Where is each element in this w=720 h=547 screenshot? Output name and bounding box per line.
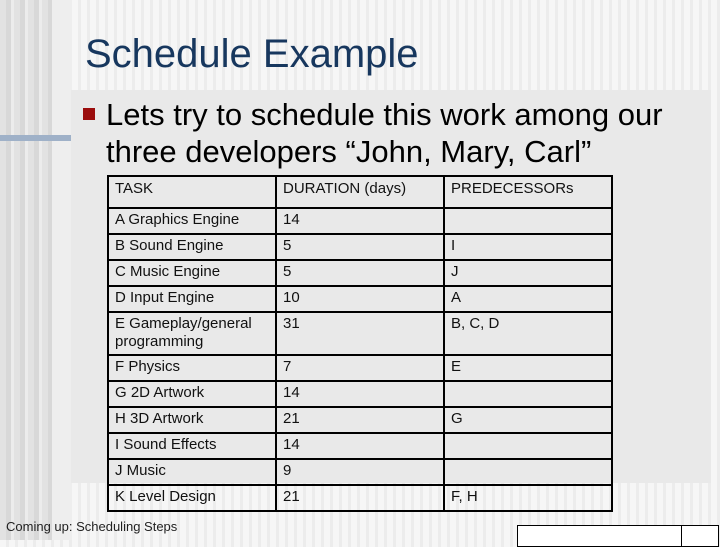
table-row: A Graphics Engine 14 <box>107 207 613 235</box>
cell-task: G 2D Artwork <box>107 380 277 408</box>
footer-note: Coming up: Scheduling Steps <box>6 519 178 534</box>
cell-predecessors <box>443 458 613 486</box>
cell-predecessors: I <box>443 233 613 261</box>
left-stripe-decoration <box>0 0 52 540</box>
cell-duration: 10 <box>275 285 445 313</box>
cell-task: J Music <box>107 458 277 486</box>
cell-task: I Sound Effects <box>107 432 277 460</box>
cell-predecessors: G <box>443 406 613 434</box>
table-row: B Sound Engine 5 I <box>107 233 613 261</box>
table-row: E Gameplay/general programming 31 B, C, D <box>107 311 613 356</box>
left-stripe-decoration-light <box>52 0 72 540</box>
table-row: I Sound Effects 14 <box>107 432 613 460</box>
cell-duration: 14 <box>275 207 445 235</box>
table-row: K Level Design 21 F, H <box>107 484 613 512</box>
task-table: TASK DURATION (days) PREDECESSORs A Grap… <box>107 175 613 512</box>
bullet-text: Lets try to schedule this work among our… <box>106 97 663 169</box>
accent-rule <box>0 135 71 141</box>
cell-task: B Sound Engine <box>107 233 277 261</box>
cell-duration: 9 <box>275 458 445 486</box>
header-task: TASK <box>107 175 277 209</box>
table-row: C Music Engine 5 J <box>107 259 613 287</box>
table-row: G 2D Artwork 14 <box>107 380 613 408</box>
table-row: F Physics 7 E <box>107 354 613 382</box>
cell-duration: 31 <box>275 311 445 356</box>
cell-predecessors: A <box>443 285 613 313</box>
cell-duration: 7 <box>275 354 445 382</box>
cell-duration: 14 <box>275 432 445 460</box>
table-row: H 3D Artwork 21 G <box>107 406 613 434</box>
cell-task: C Music Engine <box>107 259 277 287</box>
table-row: D Input Engine 10 A <box>107 285 613 313</box>
cell-duration: 14 <box>275 380 445 408</box>
cell-duration: 5 <box>275 233 445 261</box>
slide-title: Schedule Example <box>85 32 419 76</box>
navigation-box[interactable] <box>517 525 719 547</box>
cell-task: H 3D Artwork <box>107 406 277 434</box>
cell-predecessors <box>443 380 613 408</box>
cell-predecessors: F, H <box>443 484 613 512</box>
cell-predecessors: E <box>443 354 613 382</box>
cell-task: E Gameplay/general programming <box>107 311 277 356</box>
cell-predecessors: J <box>443 259 613 287</box>
square-bullet-icon <box>83 108 95 120</box>
cell-task: A Graphics Engine <box>107 207 277 235</box>
header-predecessors: PREDECESSORs <box>443 175 613 209</box>
nav-box-divider <box>681 526 682 546</box>
table-row: J Music 9 <box>107 458 613 486</box>
cell-duration: 5 <box>275 259 445 287</box>
table-header-row: TASK DURATION (days) PREDECESSORs <box>107 175 613 209</box>
cell-task: K Level Design <box>107 484 277 512</box>
cell-task: F Physics <box>107 354 277 382</box>
cell-predecessors: B, C, D <box>443 311 613 356</box>
cell-task: D Input Engine <box>107 285 277 313</box>
cell-duration: 21 <box>275 484 445 512</box>
header-duration: DURATION (days) <box>275 175 445 209</box>
cell-predecessors <box>443 207 613 235</box>
cell-predecessors <box>443 432 613 460</box>
cell-duration: 21 <box>275 406 445 434</box>
